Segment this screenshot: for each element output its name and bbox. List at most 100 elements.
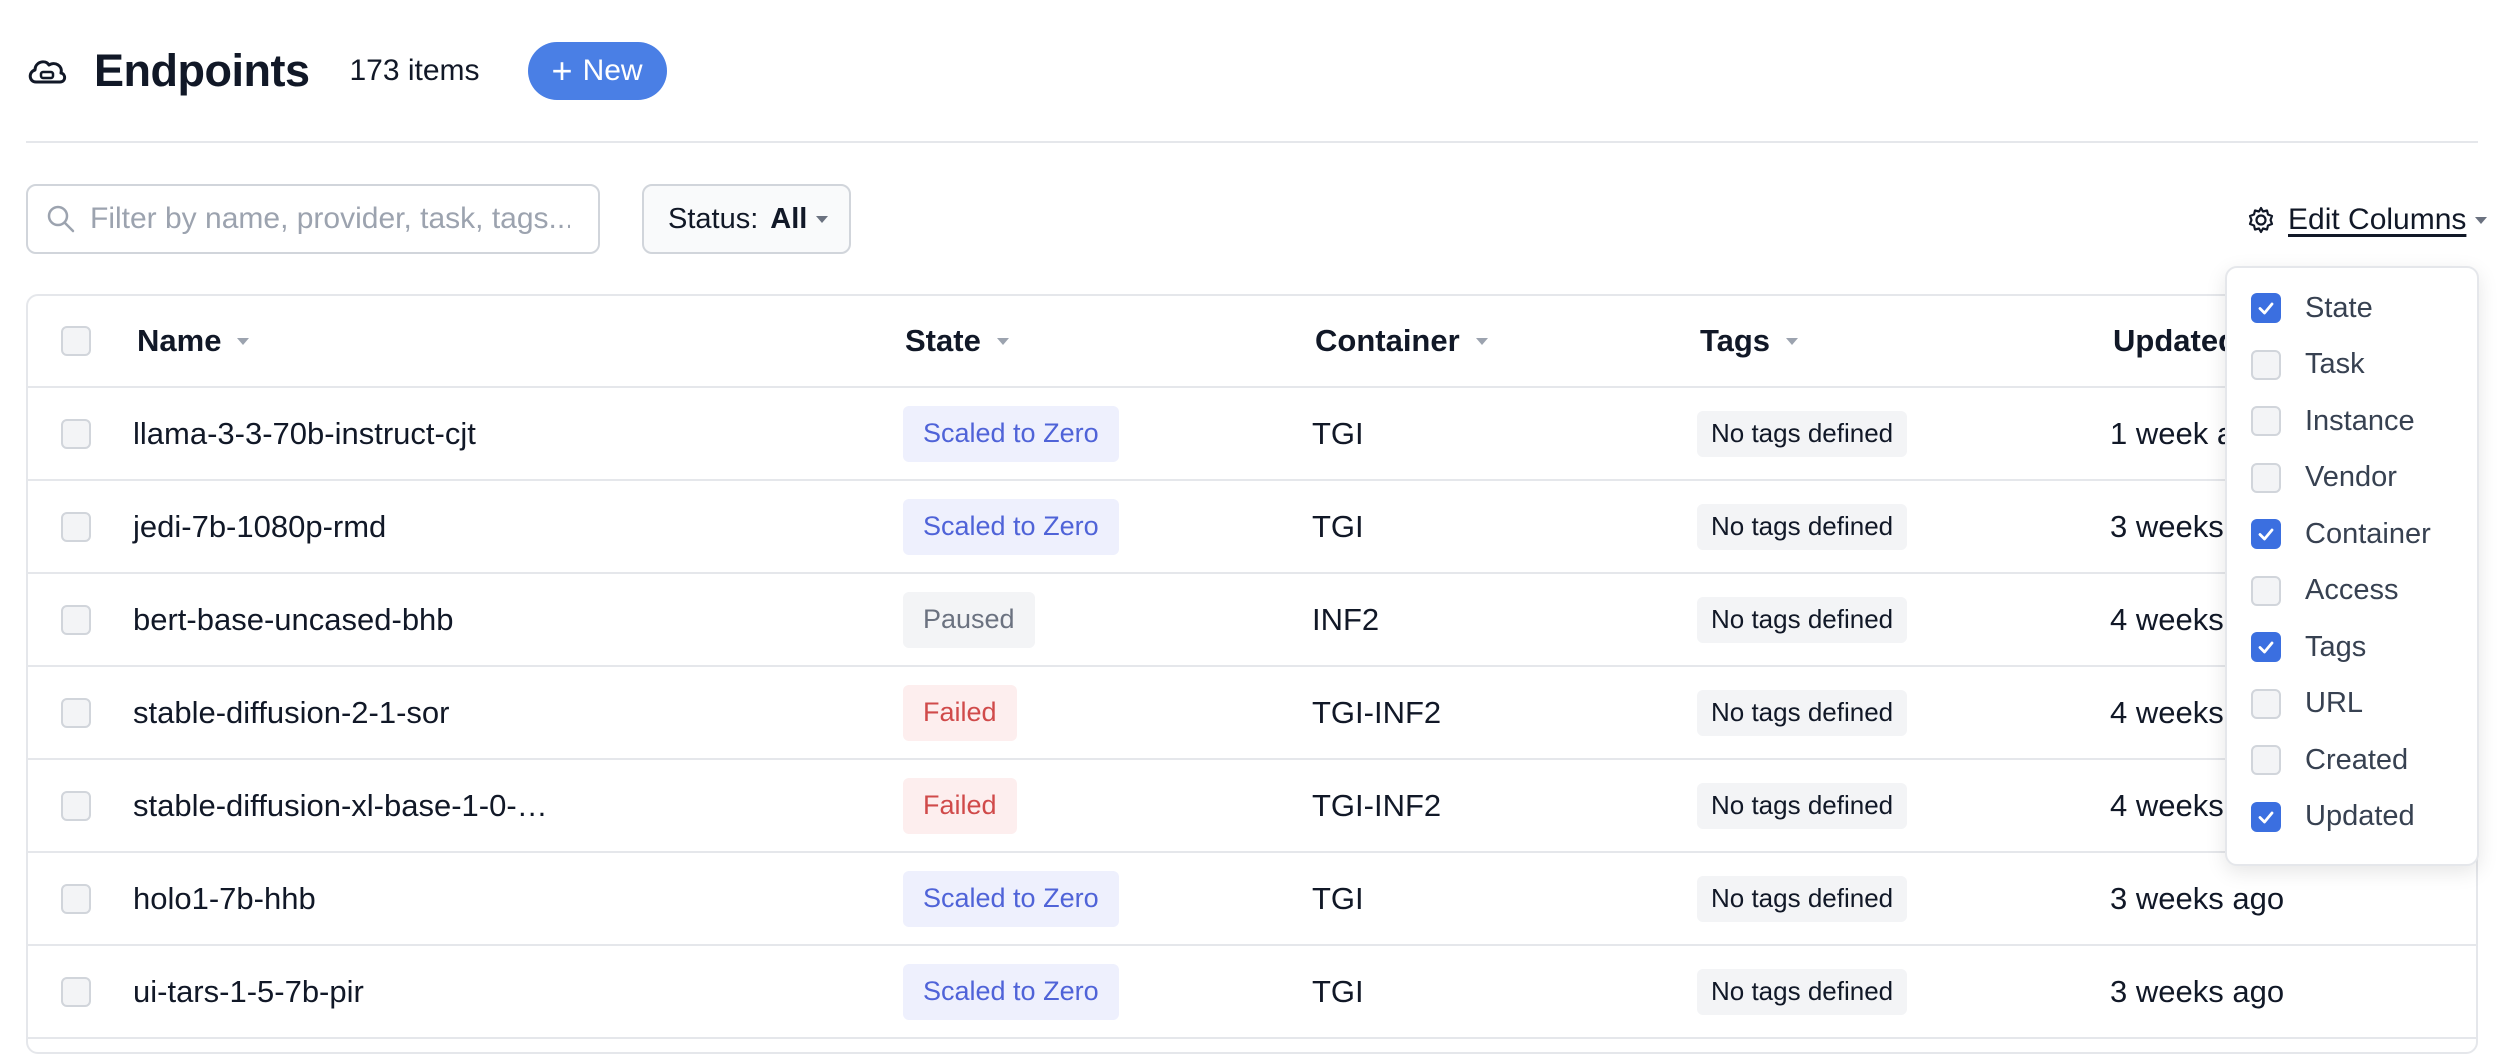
- row-checkbox[interactable]: [61, 883, 91, 914]
- checkbox-unchecked-icon[interactable]: [2251, 745, 2281, 776]
- column-header-tags[interactable]: Tags: [1700, 296, 1799, 386]
- table-row[interactable]: holo1-7b-hhb Scaled to Zero TGI No tags …: [28, 853, 2476, 946]
- column-option-label: Container: [2305, 517, 2431, 550]
- tags-cell: No tags defined: [1697, 667, 1908, 758]
- item-count: 173 items: [349, 54, 480, 87]
- page-header: Endpoints 173 items + New: [26, 36, 667, 106]
- tags-cell: No tags defined: [1697, 388, 1908, 479]
- container-cell: INF2: [1312, 601, 1380, 637]
- column-option-task[interactable]: Task: [2227, 337, 2477, 394]
- state-badge: Failed: [903, 684, 1017, 741]
- checkbox-unchecked-icon[interactable]: [2251, 406, 2281, 437]
- tags-cell: No tags defined: [1697, 946, 1908, 1037]
- endpoint-name[interactable]: llama-3-3-70b-instruct-cjt: [133, 388, 476, 479]
- row-checkbox[interactable]: [61, 604, 91, 635]
- chevron-down-icon: [996, 337, 1009, 345]
- checkbox-unchecked-icon[interactable]: [2251, 688, 2281, 719]
- column-option-label: Vendor: [2305, 461, 2397, 494]
- table-row[interactable]: llama-3-3-70b-instruct-cjt Scaled to Zer…: [28, 388, 2476, 481]
- table-row[interactable]: bert-base-uncased-bhb Paused INF2 No tag…: [28, 574, 2476, 667]
- column-state-label: State: [905, 323, 981, 358]
- tags-chip: No tags defined: [1697, 503, 1908, 550]
- table-row[interactable]: stable-diffusion-2-1-sor Failed TGI-INF2…: [28, 667, 2476, 760]
- row-checkbox[interactable]: [61, 976, 91, 1007]
- chevron-down-icon: [1786, 337, 1799, 345]
- column-option-created[interactable]: Created: [2227, 732, 2477, 789]
- column-option-label: Created: [2305, 743, 2409, 776]
- column-header-container[interactable]: Container: [1315, 296, 1488, 386]
- column-option-container[interactable]: Container: [2227, 506, 2477, 563]
- column-option-updated[interactable]: Updated: [2227, 789, 2477, 846]
- checkbox-checked-icon[interactable]: [2251, 632, 2281, 663]
- header-divider: [26, 141, 2478, 143]
- endpoint-name[interactable]: bert-base-uncased-bhb: [133, 574, 454, 665]
- checkbox-checked-icon[interactable]: [2251, 519, 2281, 550]
- tags-chip: No tags defined: [1697, 689, 1908, 736]
- chevron-down-icon: [237, 337, 250, 345]
- tags-chip: No tags defined: [1697, 875, 1908, 922]
- column-option-label: State: [2305, 291, 2373, 324]
- state-cell: Scaled to Zero: [903, 853, 1119, 944]
- container-cell: TGI-INF2: [1312, 787, 1442, 823]
- search-box[interactable]: [26, 184, 600, 254]
- tags-chip: No tags defined: [1697, 782, 1908, 829]
- edit-columns-menu: State Task Instance Vendor Container Access Ta…: [2225, 266, 2479, 866]
- column-header-name[interactable]: Name: [137, 296, 250, 386]
- container-cell: TGI: [1312, 415, 1364, 451]
- checkbox-unchecked-icon[interactable]: [2251, 349, 2281, 380]
- column-option-instance[interactable]: Instance: [2227, 393, 2477, 450]
- tags-chip: No tags defined: [1697, 968, 1908, 1015]
- state-badge: Paused: [903, 591, 1035, 648]
- endpoint-name[interactable]: holo1-7b-hhb: [133, 853, 316, 944]
- column-option-access[interactable]: Access: [2227, 563, 2477, 620]
- column-option-state[interactable]: State: [2227, 280, 2477, 337]
- column-option-tags[interactable]: Tags: [2227, 619, 2477, 676]
- checkbox-checked-icon[interactable]: [2251, 293, 2281, 324]
- row-checkbox[interactable]: [61, 418, 91, 449]
- checkbox-checked-icon[interactable]: [2251, 801, 2281, 832]
- row-checkbox[interactable]: [61, 790, 91, 821]
- tags-cell: No tags defined: [1697, 574, 1908, 665]
- column-option-url[interactable]: URL: [2227, 676, 2477, 733]
- column-option-label: Instance: [2305, 404, 2415, 437]
- cloud-icon: [26, 50, 68, 92]
- checkbox-unchecked-icon[interactable]: [2251, 575, 2281, 606]
- row-checkbox[interactable]: [61, 511, 91, 542]
- search-input[interactable]: [88, 201, 572, 237]
- state-cell: Scaled to Zero: [903, 388, 1119, 479]
- tags-chip: No tags defined: [1697, 410, 1908, 457]
- table-row[interactable]: jedi-7b-1080p-rmd Scaled to Zero TGI No …: [28, 481, 2476, 574]
- endpoint-name[interactable]: ui-tars-1-5-7b-pir: [133, 946, 364, 1037]
- column-header-state[interactable]: State: [905, 296, 1009, 386]
- gear-icon: [2248, 206, 2274, 234]
- status-filter-button[interactable]: Status: All: [642, 184, 851, 254]
- chevron-down-icon: [1475, 337, 1488, 345]
- endpoint-name[interactable]: stable-diffusion-xl-base-1-0-…: [133, 760, 548, 851]
- tags-cell: No tags defined: [1697, 760, 1908, 851]
- container-cell: TGI: [1312, 508, 1364, 544]
- select-all-checkbox[interactable]: [61, 326, 91, 356]
- row-checkbox[interactable]: [61, 697, 91, 728]
- table-row[interactable]: ui-tars-1-5-7b-pir Scaled to Zero TGI No…: [28, 946, 2476, 1039]
- tags-chip: No tags defined: [1697, 596, 1908, 643]
- edit-columns-button[interactable]: Edit Columns: [2246, 200, 2488, 240]
- state-cell: Failed: [903, 760, 1017, 851]
- column-option-label: Updated: [2305, 800, 2415, 833]
- table-body: llama-3-3-70b-instruct-cjt Scaled to Zer…: [28, 388, 2476, 1039]
- status-filter-label: Status:: [668, 202, 759, 235]
- column-option-vendor[interactable]: Vendor: [2227, 450, 2477, 507]
- endpoint-name[interactable]: jedi-7b-1080p-rmd: [133, 481, 386, 572]
- chevron-down-icon: [816, 215, 829, 223]
- column-header-updated[interactable]: Updated: [2113, 296, 2237, 386]
- tags-cell: No tags defined: [1697, 853, 1908, 944]
- endpoint-name[interactable]: stable-diffusion-2-1-sor: [133, 667, 449, 758]
- status-filter-value: All: [770, 202, 808, 235]
- new-endpoint-button[interactable]: + New: [527, 42, 667, 100]
- state-badge: Scaled to Zero: [903, 870, 1119, 927]
- container-cell: TGI: [1312, 880, 1364, 916]
- table-row[interactable]: stable-diffusion-xl-base-1-0-… Failed TG…: [28, 760, 2476, 853]
- endpoints-table: Name State Container Tags Updated llama-…: [26, 294, 2478, 1054]
- state-cell: Scaled to Zero: [903, 481, 1119, 572]
- plus-icon: +: [551, 50, 573, 91]
- checkbox-unchecked-icon[interactable]: [2251, 462, 2281, 493]
